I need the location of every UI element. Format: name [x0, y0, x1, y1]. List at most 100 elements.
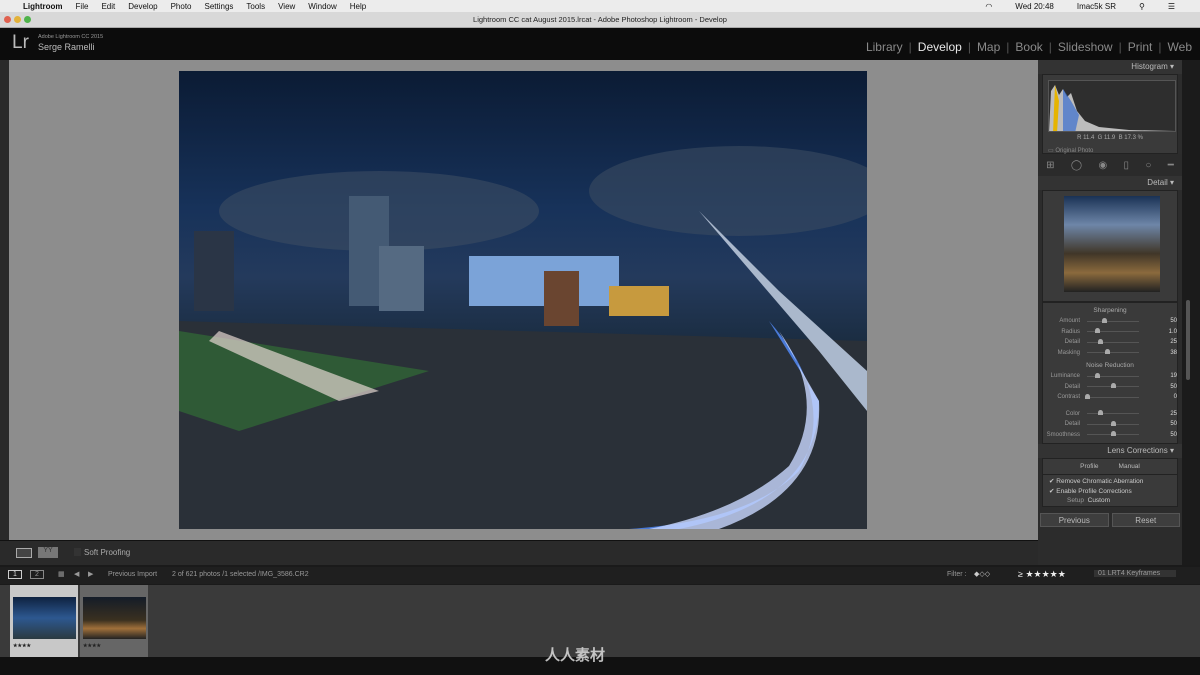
menu-tools[interactable]: Tools: [246, 2, 265, 11]
screen-2-button[interactable]: 2: [30, 570, 44, 579]
minimize-button[interactable]: [14, 16, 21, 23]
soft-proofing-checkbox[interactable]: [74, 548, 81, 556]
notification-icon[interactable]: ☰: [1168, 2, 1175, 11]
slider-knob[interactable]: [1085, 393, 1090, 399]
slider-value[interactable]: 50: [1143, 421, 1177, 427]
module-library[interactable]: Library: [866, 40, 903, 54]
slider-value[interactable]: 25: [1143, 411, 1177, 417]
menu-file[interactable]: File: [76, 2, 89, 11]
collection-select[interactable]: 01 LRT4 Keyframes: [1094, 570, 1176, 577]
forward-arrow-icon[interactable]: ▶: [88, 570, 93, 578]
slider-track[interactable]: [1087, 410, 1139, 416]
slider-track[interactable]: [1087, 420, 1139, 426]
reset-button[interactable]: Reset: [1111, 513, 1180, 527]
slider-track[interactable]: [1087, 383, 1139, 389]
slider-knob[interactable]: [1094, 372, 1100, 378]
search-icon[interactable]: ⚲: [1139, 2, 1145, 11]
slider-track[interactable]: [1087, 338, 1139, 344]
slider-contrast[interactable]: Contrast 0: [1043, 392, 1177, 403]
screen-1-button[interactable]: 1: [8, 570, 22, 579]
slider-value[interactable]: 38: [1143, 350, 1177, 356]
tab-manual[interactable]: Manual: [1119, 463, 1140, 470]
source-label[interactable]: Previous Import: [108, 571, 157, 578]
red-eye-icon[interactable]: ◉: [1098, 160, 1107, 171]
menu-window[interactable]: Window: [308, 2, 336, 11]
detail-preview[interactable]: [1042, 190, 1178, 302]
back-arrow-icon[interactable]: ◀: [74, 570, 79, 578]
menu-lightroom[interactable]: Lightroom: [23, 2, 63, 11]
right-panel-scrollbar[interactable]: [1182, 60, 1200, 565]
slider-detail[interactable]: Detail 50: [1043, 382, 1177, 393]
radial-filter-icon[interactable]: ○: [1145, 160, 1151, 171]
slider-knob[interactable]: [1111, 431, 1116, 437]
rating-filter[interactable]: ≥ ★★★★★: [1018, 569, 1066, 580]
thumbnail-selected[interactable]: ★★★★: [10, 585, 78, 657]
enable-profile-checkbox[interactable]: ✔ Enable Profile Corrections: [1043, 487, 1177, 497]
histogram-graph[interactable]: [1048, 80, 1176, 132]
flag-filter-icon[interactable]: ◆◇◇: [974, 570, 990, 578]
slider-knob[interactable]: [1098, 410, 1103, 416]
photo-preview[interactable]: [179, 71, 867, 529]
loupe-view-icon[interactable]: [16, 548, 32, 558]
slider-track[interactable]: [1087, 349, 1139, 355]
before-after-icon[interactable]: YY: [38, 547, 58, 558]
setup-select[interactable]: Setup Custom: [1043, 497, 1177, 506]
menu-photo[interactable]: Photo: [171, 2, 192, 11]
slider-masking[interactable]: Masking 38: [1043, 348, 1177, 359]
slider-track[interactable]: [1087, 431, 1139, 437]
module-slideshow[interactable]: Slideshow: [1058, 40, 1113, 54]
slider-value[interactable]: 0: [1143, 394, 1177, 400]
zoom-button[interactable]: [24, 16, 31, 23]
menu-edit[interactable]: Edit: [101, 2, 115, 11]
slider-smoothness[interactable]: Smoothness 50: [1043, 430, 1177, 441]
slider-value[interactable]: 50: [1143, 318, 1177, 324]
selection-info[interactable]: 2 of 621 photos /1 selected /IMG_3586.CR…: [172, 571, 309, 578]
menu-view[interactable]: View: [278, 2, 295, 11]
lens-corrections-header[interactable]: Lens Corrections ▾: [1038, 444, 1182, 458]
crop-tool-icon[interactable]: ⊞: [1046, 160, 1054, 171]
slider-track[interactable]: [1087, 328, 1139, 334]
slider-knob[interactable]: [1102, 317, 1108, 323]
tab-profile[interactable]: Profile: [1080, 463, 1098, 470]
menu-help[interactable]: Help: [350, 2, 366, 11]
histogram-header[interactable]: Histogram ▾: [1038, 60, 1182, 74]
slider-knob[interactable]: [1111, 383, 1116, 389]
slider-value[interactable]: 50: [1143, 432, 1177, 438]
close-button[interactable]: [4, 16, 11, 23]
slider-value[interactable]: 1.0: [1143, 329, 1177, 335]
slider-track[interactable]: [1087, 372, 1139, 378]
original-photo-checkbox[interactable]: ▭ Original Photo: [1048, 147, 1093, 154]
spot-removal-icon[interactable]: ◯: [1071, 160, 1082, 171]
module-web[interactable]: Web: [1168, 40, 1192, 54]
menu-develop[interactable]: Develop: [128, 2, 157, 11]
slider-track[interactable]: [1087, 317, 1139, 323]
slider-value[interactable]: 50: [1143, 384, 1177, 390]
module-print[interactable]: Print: [1128, 40, 1153, 54]
detail-header[interactable]: Detail ▾: [1038, 176, 1182, 190]
thumbnail[interactable]: ★★★★: [80, 585, 148, 657]
user-name[interactable]: Imac5k SR: [1077, 2, 1116, 11]
left-panel-collapsed[interactable]: [0, 60, 9, 540]
slider-radius[interactable]: Radius 1.0: [1043, 327, 1177, 338]
clock[interactable]: Wed 20:48: [1015, 2, 1054, 11]
graduated-filter-icon[interactable]: ▯: [1124, 160, 1130, 171]
wifi-icon[interactable]: ◠: [985, 2, 992, 11]
previous-button[interactable]: Previous: [1040, 513, 1109, 527]
remove-ca-checkbox[interactable]: ✔ Remove Chromatic Aberration: [1043, 475, 1177, 487]
module-map[interactable]: Map: [977, 40, 1000, 54]
slider-luminance[interactable]: Luminance 19: [1043, 371, 1177, 382]
module-develop[interactable]: Develop: [918, 40, 962, 54]
slider-color[interactable]: Color 25: [1043, 409, 1177, 420]
slider-knob[interactable]: [1104, 349, 1110, 355]
menu-settings[interactable]: Settings: [205, 2, 234, 11]
slider-knob[interactable]: [1098, 338, 1103, 344]
module-book[interactable]: Book: [1015, 40, 1042, 54]
slider-value[interactable]: 25: [1143, 339, 1177, 345]
slider-detail[interactable]: Detail 50: [1043, 419, 1177, 430]
slider-knob[interactable]: [1095, 328, 1101, 334]
slider-track[interactable]: [1085, 393, 1139, 399]
slider-detail[interactable]: Detail 25: [1043, 337, 1177, 348]
slider-amount[interactable]: Amount 50: [1043, 316, 1177, 327]
slider-knob[interactable]: [1111, 420, 1116, 426]
grid-view-icon[interactable]: ▦: [58, 570, 65, 578]
